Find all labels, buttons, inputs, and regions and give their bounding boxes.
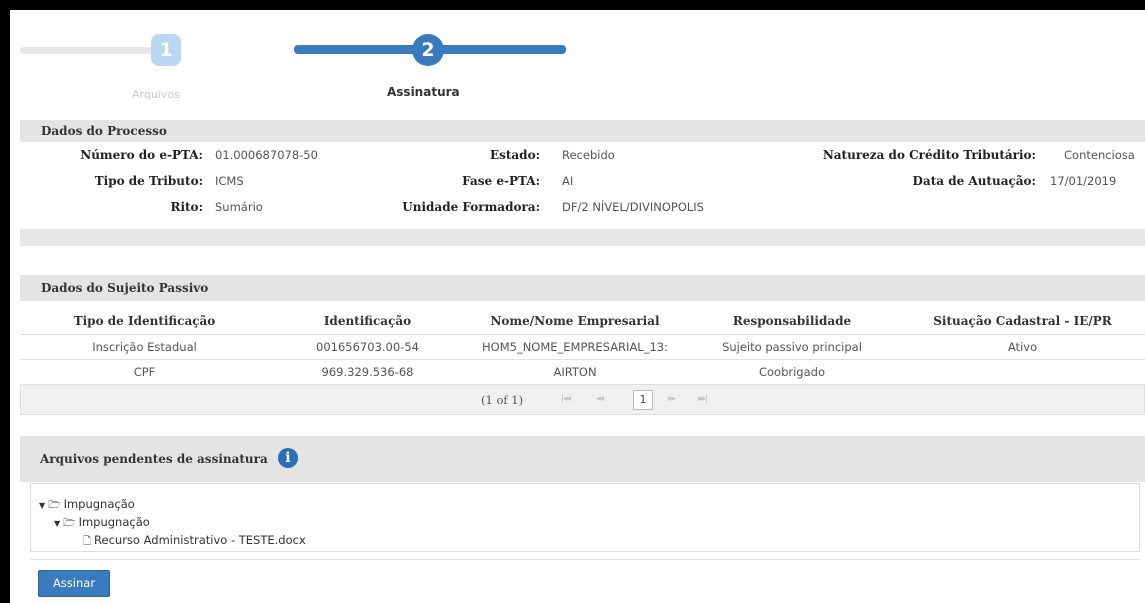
- estado-label: Estado:: [489, 148, 540, 162]
- natureza-label: Natureza do Crédito Tributário:: [822, 148, 1036, 162]
- sujeito-panel-header: Dados do Sujeito Passivo: [20, 275, 1145, 301]
- folder-open-icon: 🗁: [63, 518, 76, 529]
- estado-value: Recebido: [562, 148, 615, 162]
- chevron-down-icon[interactable]: ▼: [39, 501, 45, 510]
- file-tree: ▼ 🗁 Impugnação ▼ 🗁 Impugnação 🗋 Recurso Admin…: [30, 483, 1140, 552]
- step-2-label: Assinatura: [387, 85, 460, 99]
- table-row[interactable]: Inscrição Estadual 001656703.00-54 HOM5_…: [20, 334, 1145, 360]
- column-header[interactable]: Identificação: [269, 308, 466, 335]
- tipo-tributo-value: ICMS: [215, 174, 244, 188]
- table-cell: Sujeito passivo principal: [684, 334, 900, 360]
- processo-panel-footer: [20, 229, 1145, 246]
- unidade-value: DF/2 NÍVEL/DIVINOPOLIS: [562, 200, 704, 214]
- paginator: (1 of 1) |◂◂ ◂◂ 1 ▸▸ ▸▸|: [20, 384, 1145, 415]
- step-2-badge[interactable]: 2: [412, 34, 444, 66]
- step-1-label[interactable]: Arquivos: [132, 88, 180, 101]
- chevron-down-icon[interactable]: ▼: [54, 519, 60, 528]
- fase-value: AI: [562, 174, 574, 188]
- document-icon: 🗋: [83, 536, 92, 547]
- rito-value: Sumário: [215, 200, 263, 214]
- arquivos-panel-header: Arquivos pendentes de assinatura i: [20, 436, 1145, 482]
- unidade-label: Unidade Formadora:: [402, 200, 540, 214]
- table-cell: Ativo: [900, 334, 1145, 360]
- data-autuacao-value: 17/01/2019: [1050, 174, 1117, 188]
- tree-node-label: Impugnação: [78, 515, 150, 529]
- paginator-status: (1 of 1): [481, 393, 524, 407]
- sujeito-table: Tipo de Identificação Identificação Nome…: [20, 308, 1145, 385]
- table-cell: CPF: [20, 359, 269, 385]
- table-header-row: Tipo de Identificação Identificação Nome…: [20, 308, 1145, 335]
- tree-node-file[interactable]: 🗋 Recurso Administrativo - TESTE.docx: [83, 533, 306, 551]
- fase-label: Fase e-PTA:: [462, 174, 540, 188]
- first-page-icon[interactable]: |◂◂: [561, 394, 571, 404]
- folder-open-icon: 🗁: [48, 500, 61, 511]
- table-cell: Coobrigado: [684, 359, 900, 385]
- info-icon[interactable]: i: [277, 448, 298, 468]
- step-1-progress-line: [20, 47, 168, 54]
- column-header[interactable]: Nome/Nome Empresarial: [466, 308, 684, 335]
- table-cell: 001656703.00-54: [269, 334, 466, 360]
- table-cell: AIRTON: [466, 359, 684, 385]
- assinar-button[interactable]: Assinar: [38, 570, 110, 597]
- table-cell: HOM5_NOME_EMPRESARIAL_13:: [466, 334, 684, 360]
- natureza-value: Contenciosa: [1064, 148, 1135, 162]
- column-header[interactable]: Tipo de Identificação: [20, 308, 269, 335]
- tree-node-impugnacao[interactable]: ▼ 🗁 Impugnação: [39, 497, 135, 515]
- divider: [30, 559, 1140, 560]
- data-autuacao-label: Data de Autuação:: [912, 174, 1036, 188]
- processo-panel-header: Dados do Processo: [20, 120, 1145, 142]
- last-page-icon[interactable]: ▸▸|: [698, 394, 708, 404]
- next-page-icon[interactable]: ▸▸: [668, 394, 676, 404]
- numero-label: Número do e-PTA:: [80, 148, 203, 162]
- arquivos-title: Arquivos pendentes de assinatura: [40, 452, 268, 466]
- page-frame: 1 2 Arquivos Assinatura Dados do Process…: [10, 10, 1145, 603]
- table-cell: Inscrição Estadual: [20, 334, 269, 360]
- rito-label: Rito:: [170, 200, 203, 214]
- previous-page-icon[interactable]: ◂◂: [596, 394, 604, 404]
- column-header[interactable]: Responsabilidade: [684, 308, 900, 335]
- table-cell: [900, 359, 1145, 385]
- table-cell: 969.329.536-68: [269, 359, 466, 385]
- tree-node-label: Recurso Administrativo - TESTE.docx: [94, 533, 306, 547]
- table-row[interactable]: CPF 969.329.536-68 AIRTON Coobrigado: [20, 359, 1145, 385]
- tipo-tributo-label: Tipo de Tributo:: [94, 174, 203, 188]
- wizard-steps: 1 2 Arquivos Assinatura: [10, 10, 1145, 120]
- page-1-button[interactable]: 1: [633, 390, 653, 410]
- step-1-badge[interactable]: 1: [151, 34, 181, 66]
- column-header[interactable]: Situação Cadastral - IE/PR: [900, 308, 1145, 335]
- tree-node-label: Impugnação: [63, 497, 135, 511]
- numero-value: 01.000687078-50: [215, 148, 318, 162]
- tree-node-impugnacao-child[interactable]: ▼ 🗁 Impugnação: [54, 515, 150, 533]
